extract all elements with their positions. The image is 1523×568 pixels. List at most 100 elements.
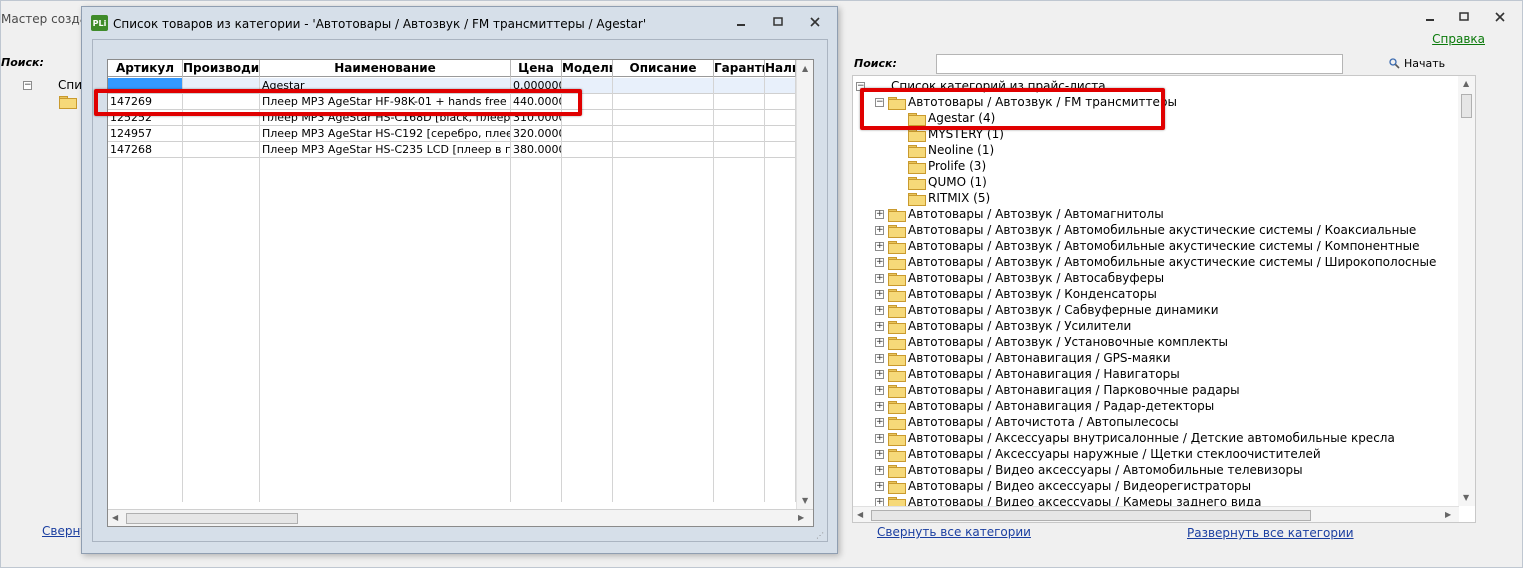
tree-category-item[interactable]: + Автотовары / Автозвук / Автомобильные а… (875, 254, 1436, 270)
tree-category-item[interactable]: + Автотовары / Автозвук / Автомобильные а… (875, 222, 1416, 238)
column-header[interactable]: Артикул (108, 60, 183, 77)
category-search-input[interactable] (936, 54, 1343, 74)
table-cell[interactable]: 147268 (108, 142, 183, 158)
table-cell[interactable] (765, 110, 796, 126)
scroll-right-icon[interactable]: ▶ (1445, 510, 1451, 519)
product-grid[interactable]: Артикул Производит Наименование Цена Модель О… (107, 59, 814, 527)
scroll-left-icon[interactable]: ◀ (857, 510, 863, 519)
scroll-up-icon[interactable]: ▲ (1463, 79, 1469, 88)
expand-icon[interactable]: + (875, 401, 884, 411)
table-cell[interactable]: 320.00000 (511, 126, 562, 142)
table-cell[interactable] (562, 142, 613, 158)
table-cell[interactable] (613, 110, 714, 126)
table-cell[interactable] (765, 142, 796, 158)
expand-icon[interactable]: + (875, 465, 884, 475)
left-tree-root[interactable]: − Спис (23, 77, 89, 93)
tree-category-item[interactable]: + Автотовары / Автозвук / Автомобильные а… (875, 238, 1420, 254)
tree-category-item[interactable]: + Автотовары / Автозвук / Автомагнитолы (875, 206, 1164, 222)
table-row[interactable]: 147268 Плеер MP3 AgeStar HS-C235 LCD [пле… (108, 142, 796, 158)
table-cell[interactable] (714, 78, 765, 94)
table-cell[interactable] (714, 94, 765, 110)
scroll-thumb[interactable] (871, 510, 1311, 521)
expand-icon[interactable]: + (875, 417, 884, 427)
table-cell[interactable] (714, 142, 765, 158)
close-icon[interactable] (1492, 10, 1508, 24)
scroll-thumb[interactable] (1461, 94, 1472, 118)
collapse-icon[interactable]: − (23, 80, 32, 90)
tree-subcategory-item[interactable]: QUMO (1) (908, 174, 987, 190)
column-header[interactable]: Нали (765, 60, 796, 77)
tree-vertical-scrollbar[interactable]: ▲ ▼ (1458, 76, 1475, 506)
expand-icon[interactable]: + (875, 449, 884, 459)
grid-horizontal-scrollbar[interactable]: ◀ ▶ (108, 509, 813, 526)
table-cell[interactable] (183, 142, 260, 158)
expand-icon[interactable]: + (875, 225, 884, 235)
left-tree-child[interactable] (49, 93, 79, 109)
expand-icon[interactable]: + (875, 369, 884, 379)
expand-icon[interactable]: + (875, 321, 884, 331)
scroll-up-icon[interactable]: ▲ (802, 64, 808, 73)
tree-category-item[interactable]: + Автотовары / Автозвук / Установочные ко… (875, 334, 1228, 350)
resize-grip-icon[interactable]: ⋰ (816, 531, 824, 540)
scroll-right-icon[interactable]: ▶ (798, 513, 804, 522)
tree-category-item[interactable]: + Автотовары / Автозвук / Автосабвуферы (875, 270, 1164, 286)
column-header[interactable]: Гаранти (714, 60, 765, 77)
tree-category-item[interactable]: + Автотовары / Видео аксессуары / Автомоб… (875, 462, 1303, 478)
tree-category-item[interactable]: + Автотовары / Автонавигация / GPS-маяки (875, 350, 1171, 366)
expand-icon[interactable]: + (875, 353, 884, 363)
column-header[interactable]: Наименование (260, 60, 511, 77)
table-cell[interactable] (765, 94, 796, 110)
table-cell[interactable] (714, 110, 765, 126)
expand-icon[interactable]: + (875, 257, 884, 267)
table-cell[interactable]: 380.00000 (511, 142, 562, 158)
category-tree[interactable]: − Список категорий из прайс-листа − Авто… (852, 75, 1476, 523)
expand-icon[interactable]: + (875, 289, 884, 299)
tree-subcategory-item[interactable]: Prolife (3) (908, 158, 986, 174)
table-cell[interactable] (613, 78, 714, 94)
expand-icon[interactable]: + (875, 481, 884, 491)
tree-subcategory-item[interactable]: RITMIX (5) (908, 190, 990, 206)
expand-all-link[interactable]: Развернуть все категории (1187, 526, 1354, 540)
table-cell[interactable]: Плеер MP3 AgeStar HS-C235 LCD [плеер в п… (260, 142, 511, 158)
column-header[interactable]: Модель (562, 60, 613, 77)
scroll-down-icon[interactable]: ▼ (802, 496, 808, 505)
tree-category-item[interactable]: + Автотовары / Авточистота / Автопылесосы (875, 414, 1179, 430)
table-cell[interactable] (183, 126, 260, 142)
column-header[interactable]: Цена (511, 60, 562, 77)
collapse-all-link[interactable]: Свернуть все категории (877, 525, 1031, 539)
expand-icon[interactable]: + (875, 273, 884, 283)
minimize-icon[interactable] (1422, 10, 1438, 24)
tree-subcategory-item[interactable]: Neoline (1) (908, 142, 994, 158)
search-start-button[interactable]: Начать (1389, 57, 1445, 70)
scroll-left-icon[interactable]: ◀ (112, 513, 118, 522)
tree-category-item[interactable]: + Автотовары / Автозвук / Конденсаторы (875, 286, 1157, 302)
table-cell[interactable] (562, 126, 613, 142)
tree-category-item[interactable]: + Автотовары / Аксессуары наружные / Щетк… (875, 446, 1321, 462)
expand-icon[interactable]: + (875, 433, 884, 443)
scroll-thumb[interactable] (126, 513, 298, 524)
expand-icon[interactable]: + (875, 337, 884, 347)
column-header[interactable]: Производит (183, 60, 260, 77)
table-cell[interactable]: Плеер MP3 AgeStar HS-C192 [серебро, плее… (260, 126, 511, 142)
expand-icon[interactable]: + (875, 209, 884, 219)
tree-horizontal-scrollbar[interactable]: ◀ ▶ (853, 506, 1459, 522)
maximize-icon[interactable] (1456, 10, 1472, 24)
tree-category-item[interactable]: + Автотовары / Видео аксессуары / Видеоре… (875, 478, 1251, 494)
table-cell[interactable] (714, 126, 765, 142)
expand-icon[interactable]: + (875, 385, 884, 395)
close-icon[interactable] (807, 15, 823, 29)
tree-category-item[interactable]: + Автотовары / Автозвук / Усилители (875, 318, 1131, 334)
table-cell[interactable]: 124957 (108, 126, 183, 142)
table-cell[interactable] (765, 78, 796, 94)
tree-category-item[interactable]: + Автотовары / Аксессуары внутрисалонные … (875, 430, 1395, 446)
tree-category-item[interactable]: + Автотовары / Автонавигация / Парковочны… (875, 382, 1240, 398)
table-cell[interactable] (613, 94, 714, 110)
table-cell[interactable] (613, 126, 714, 142)
table-cell[interactable] (765, 126, 796, 142)
expand-icon[interactable]: + (875, 241, 884, 251)
grid-vertical-scrollbar[interactable]: ▲ ▼ (796, 60, 813, 510)
tree-category-item[interactable]: + Автотовары / Автонавигация / Радар-дете… (875, 398, 1214, 414)
scroll-down-icon[interactable]: ▼ (1463, 493, 1469, 502)
minimize-icon[interactable] (733, 15, 749, 29)
table-row[interactable]: 124957 Плеер MP3 AgeStar HS-C192 [серебро… (108, 126, 796, 142)
